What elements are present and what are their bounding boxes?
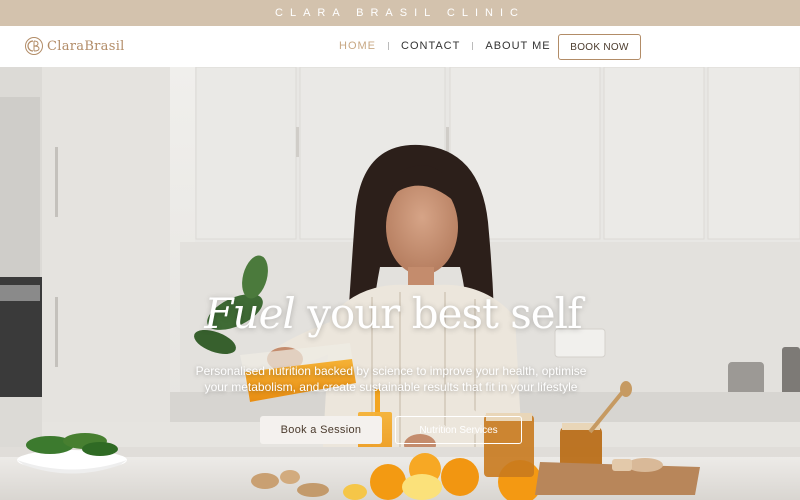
hero-headline: Fuel your best self [0,289,786,338]
hero-headline-italic: Fuel [204,289,295,338]
nutrition-services-button[interactable]: Nutrition Services [395,416,522,444]
nav-home[interactable]: HOME [339,40,376,52]
nav-divider [388,42,389,50]
main-nav: HOME CONTACT ABOUT ME [339,40,551,52]
hero-section: Fuel your best self Personalised nutriti… [0,67,800,500]
nav-about-me[interactable]: ABOUT ME [485,40,550,52]
hero-subtext-line: your metabolism, and create sustainable … [204,380,578,394]
announcement-bar: CLARA BRASIL CLINIC [0,0,800,26]
book-now-button[interactable]: BOOK NOW [558,34,641,60]
cb-monogram-icon [25,37,43,55]
logo-wordmark: ClaraBrasil [47,38,125,54]
hero-subtext: Personalised nutrition backed by science… [0,363,782,395]
nav-divider [472,42,474,50]
hero-headline-rest: your best self [294,289,582,338]
hero-content: Fuel your best self Personalised nutriti… [0,67,800,500]
site-logo[interactable]: ClaraBrasil [24,36,125,56]
site-header: ClaraBrasil HOME CONTACT ABOUT ME BOOK N… [0,26,800,67]
book-session-button[interactable]: Book a Session [260,416,382,444]
nav-contact[interactable]: CONTACT [401,40,460,52]
announcement-text: CLARA BRASIL CLINIC [275,7,525,19]
hero-subtext-line: Personalised nutrition backed by science… [195,364,587,378]
